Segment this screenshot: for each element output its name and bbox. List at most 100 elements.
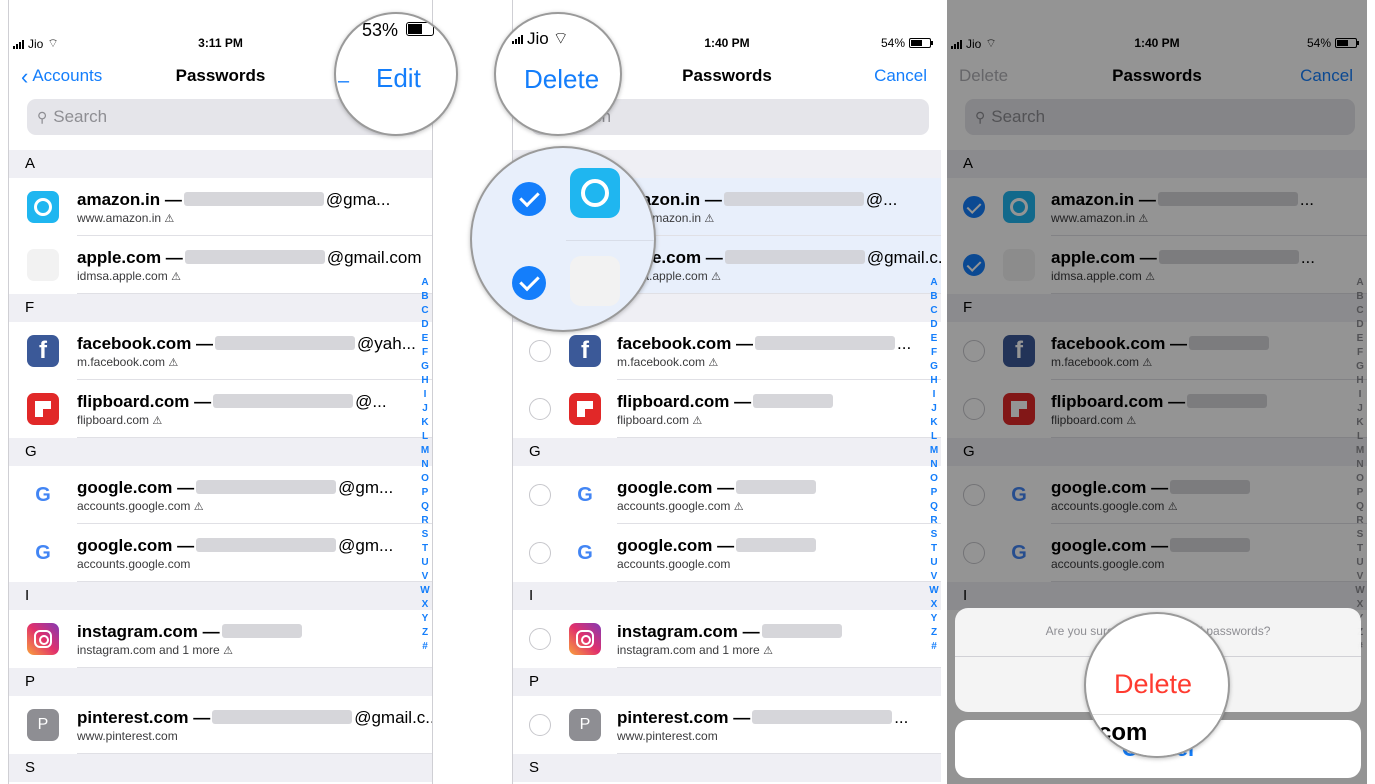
selection-circle[interactable] <box>529 714 551 736</box>
index-letter-y[interactable]: Y <box>929 612 939 626</box>
index-letter-j[interactable]: J <box>420 402 430 416</box>
index-letter-z[interactable]: Z <box>420 626 430 640</box>
index-letter-a[interactable]: A <box>420 276 430 290</box>
section-index[interactable]: ABCDEFGHIJKLMNOPQRSTUVWXYZ# <box>420 276 430 654</box>
password-row[interactable]: flipboard.com — flipboard.com ⚠ <box>513 380 941 438</box>
index-letter-z[interactable]: Z <box>929 626 939 640</box>
google-logo-icon: G <box>35 483 51 506</box>
index-letter-s[interactable]: S <box>929 528 939 542</box>
flipboard-logo-icon <box>27 393 59 425</box>
index-letter-r[interactable]: R <box>420 514 430 528</box>
password-row[interactable]: instagram.com — instagram.com and 1 more … <box>513 610 941 668</box>
username-suffix: @gm... <box>338 536 394 555</box>
selection-circle[interactable] <box>529 628 551 650</box>
index-letter-u[interactable]: U <box>929 556 939 570</box>
index-letter-c[interactable]: C <box>420 304 430 318</box>
redacted-username <box>755 336 896 350</box>
index-letter-g[interactable]: G <box>420 360 430 374</box>
index-letter-p[interactable]: P <box>420 486 430 500</box>
row-title: apple.com —@gmail.c... <box>617 248 941 268</box>
index-letter-b[interactable]: B <box>929 290 939 304</box>
index-letter-h[interactable]: H <box>929 374 939 388</box>
site-name: pinterest.com — <box>617 708 751 727</box>
tutorial-image: Jio⌔3:11 PM‹AccountsPasswordsEdit⚲Search… <box>0 0 1375 784</box>
delete-button-callout[interactable]: Delete <box>524 64 599 95</box>
password-row[interactable]: apple.com — @gmail.com idmsa.apple.com ⚠ <box>9 236 432 294</box>
index-letter-s[interactable]: S <box>420 528 430 542</box>
row-divider <box>617 667 941 668</box>
redacted-username <box>196 480 337 494</box>
callout-edit: 53% – Edit <box>334 12 458 136</box>
index-letter-u[interactable]: U <box>420 556 430 570</box>
selection-circle[interactable] <box>529 398 551 420</box>
password-row[interactable]: Ggoogle.com — accounts.google.com ⚠ <box>513 466 941 524</box>
index-letter-j[interactable]: J <box>929 402 939 416</box>
index-letter-x[interactable]: X <box>420 598 430 612</box>
checkmark-icon[interactable] <box>512 266 546 300</box>
index-letter-a[interactable]: A <box>929 276 939 290</box>
site-name: google.com — <box>617 536 735 555</box>
section-index[interactable]: ABCDEFGHIJKLMNOPQRSTUVWXYZ# <box>929 276 939 654</box>
checkmark-icon[interactable] <box>512 182 546 216</box>
redacted-username <box>212 710 353 724</box>
index-letter-q[interactable]: Q <box>929 500 939 514</box>
index-letter-l[interactable]: L <box>929 430 939 444</box>
selection-circle[interactable] <box>529 542 551 564</box>
index-letter-g[interactable]: G <box>929 360 939 374</box>
selection-circle[interactable] <box>529 484 551 506</box>
index-letter-w[interactable]: W <box>420 584 430 598</box>
password-row[interactable]: Ppinterest.com — @gmail.c... www.pinterest… <box>9 696 432 754</box>
section-header-f: F <box>9 294 432 322</box>
index-letter-b[interactable]: B <box>420 290 430 304</box>
index-letter-n[interactable]: N <box>420 458 430 472</box>
index-letter-hash[interactable]: # <box>929 640 939 654</box>
instagram-logo-icon <box>27 623 59 655</box>
index-letter-v[interactable]: V <box>420 570 430 584</box>
index-letter-h[interactable]: H <box>420 374 430 388</box>
signal-icon <box>512 34 523 44</box>
index-letter-v[interactable]: V <box>929 570 939 584</box>
index-letter-d[interactable]: D <box>420 318 430 332</box>
index-letter-e[interactable]: E <box>420 332 430 346</box>
index-letter-t[interactable]: T <box>929 542 939 556</box>
index-letter-d[interactable]: D <box>929 318 939 332</box>
password-row[interactable]: f facebook.com — @yah... m.facebook.com ⚠ <box>9 322 432 380</box>
index-letter-x[interactable]: X <box>929 598 939 612</box>
index-letter-n[interactable]: N <box>929 458 939 472</box>
index-letter-q[interactable]: Q <box>420 500 430 514</box>
index-letter-i[interactable]: I <box>929 388 939 402</box>
index-letter-w[interactable]: W <box>929 584 939 598</box>
battery-icon <box>909 38 933 48</box>
index-letter-c[interactable]: C <box>929 304 939 318</box>
index-letter-i[interactable]: I <box>420 388 430 402</box>
index-letter-k[interactable]: K <box>929 416 939 430</box>
password-row[interactable]: Ggoogle.com — @gm... accounts.google.com <box>9 524 432 582</box>
edit-button-callout[interactable]: Edit <box>376 63 421 94</box>
index-letter-p[interactable]: P <box>929 486 939 500</box>
cancel-button[interactable]: Cancel <box>874 66 927 86</box>
password-row[interactable]: flipboard.com — @... flipboard.com ⚠ <box>9 380 432 438</box>
selection-circle[interactable] <box>529 340 551 362</box>
index-letter-m[interactable]: M <box>929 444 939 458</box>
index-letter-r[interactable]: R <box>929 514 939 528</box>
index-letter-k[interactable]: K <box>420 416 430 430</box>
index-letter-f[interactable]: F <box>929 346 939 360</box>
index-letter-o[interactable]: O <box>420 472 430 486</box>
index-letter-f[interactable]: F <box>420 346 430 360</box>
password-row[interactable]: Ggoogle.com — @gm... accounts.google.com ⚠ <box>9 466 432 524</box>
index-letter-o[interactable]: O <box>929 472 939 486</box>
index-letter-l[interactable]: L <box>420 430 430 444</box>
index-letter-m[interactable]: M <box>420 444 430 458</box>
index-letter-hash[interactable]: # <box>420 640 430 654</box>
password-row[interactable]: amazon.in — @gma... www.amazon.in ⚠ <box>9 178 432 236</box>
row-divider <box>77 437 432 438</box>
warning-icon: ⚠ <box>193 501 204 513</box>
password-row[interactable]: Ppinterest.com —... www.pinterest.com <box>513 696 941 754</box>
index-letter-y[interactable]: Y <box>420 612 430 626</box>
password-row[interactable]: Ggoogle.com — accounts.google.com <box>513 524 941 582</box>
warning-icon: ⚠ <box>223 645 233 657</box>
index-letter-e[interactable]: E <box>929 332 939 346</box>
password-row[interactable]: instagram.com — instagram.com and 1 more … <box>9 610 432 668</box>
index-letter-t[interactable]: T <box>420 542 430 556</box>
confirm-delete-button-callout[interactable]: Delete <box>1114 669 1192 700</box>
